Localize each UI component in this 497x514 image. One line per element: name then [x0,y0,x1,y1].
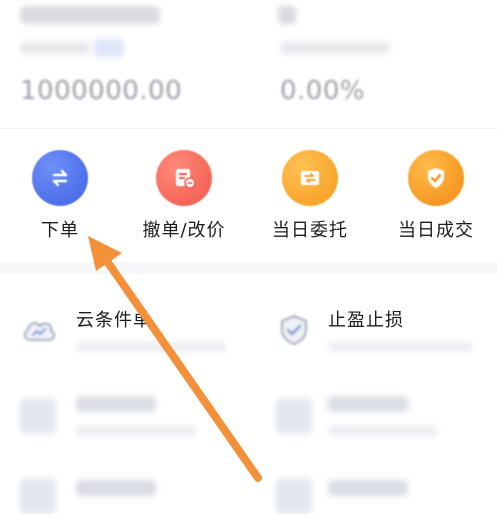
cancel-order-icon [156,150,212,206]
stop-profit-loss-desc-placeholder [328,342,473,352]
list-item-icon-placeholder [20,398,56,434]
cloud-condition-order-desc-placeholder [76,342,226,352]
divider [0,128,497,129]
list-item-title-placeholder [328,396,408,412]
place-order-label: 下单 [41,220,79,241]
today-entrust-label: 当日委托 [272,220,348,241]
today-deal-button[interactable]: 当日成交 [376,150,496,242]
list-item-title-placeholder [328,480,408,496]
today-deal-label: 当日成交 [398,220,474,241]
section-separator [0,262,497,274]
eye-toggle-placeholder[interactable] [94,39,124,57]
today-entrust-button[interactable]: 当日委托 [250,150,370,242]
total-assets-label-placeholder [20,42,90,54]
cancel-modify-button[interactable]: 撤单/改价 [124,150,244,242]
cancel-modify-label: 撤单/改价 [142,220,226,241]
total-assets-value: 1000000.00 [20,76,183,106]
account-badge-placeholder [278,6,296,24]
profit-rate-value: 0.00% [280,76,366,106]
entrust-icon [282,150,338,206]
stop-profit-loss-item[interactable] [276,312,312,348]
profit-rate-label-placeholder [280,42,390,54]
transfer-icon [32,150,88,206]
list-item-icon-placeholder [276,398,312,434]
stop-profit-loss-title: 止盈止损 [328,310,404,331]
cloud-condition-order-item[interactable] [20,312,56,348]
list-item-icon-placeholder [276,478,312,514]
deal-shield-icon [408,150,464,206]
list-item-title-placeholder [76,396,156,412]
list-item-icon-placeholder [20,478,56,514]
account-title-placeholder [20,6,160,24]
cloud-condition-order-title: 云条件单 [76,310,152,331]
list-item-desc-placeholder [328,426,438,436]
place-order-button[interactable]: 下单 [0,150,120,242]
shield-check-icon [276,312,312,348]
list-item-title-placeholder [76,480,156,496]
cloud-icon [20,312,56,348]
list-item-desc-placeholder [76,426,196,436]
